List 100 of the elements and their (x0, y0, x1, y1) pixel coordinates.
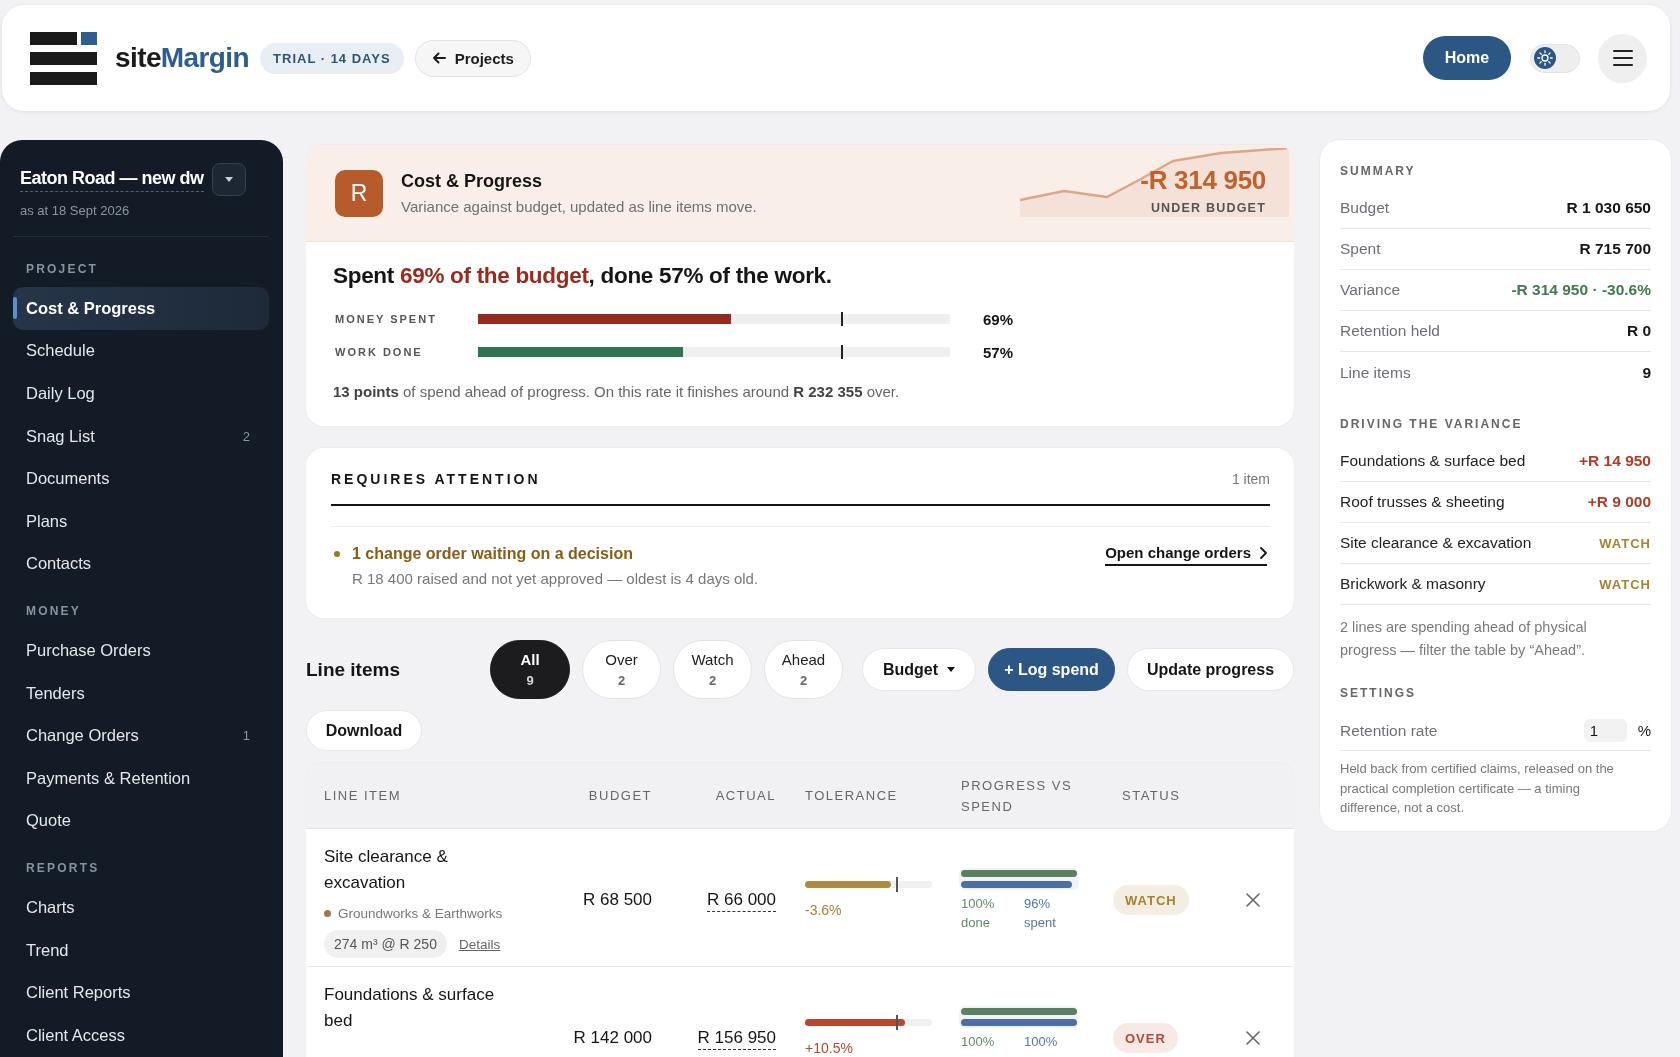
card-subtitle: Variance against budget, updated as line items move. (401, 196, 757, 217)
summary-value: 9 (1642, 363, 1651, 382)
column-header: LINE ITEM (324, 787, 402, 805)
nav-item[interactable]: Client Reports (13, 971, 269, 1014)
summary-note: 13 points of spend ahead of progress. On this rate it finishes around R 232 355 over. (333, 382, 900, 402)
nav-item[interactable]: Change Orders (13, 714, 233, 757)
variance-amount: -R 314 950 (1140, 164, 1266, 195)
driver-label: Brickwork & masonry (1340, 575, 1486, 593)
project-title: Eaton Road — new dw (20, 167, 204, 192)
close-icon (1246, 893, 1260, 907)
headline: Spent 69% of the budget, done 57% of the work. (333, 262, 832, 290)
progress-value: 100% (961, 1033, 995, 1051)
nav-item[interactable]: Payments & Retention (13, 756, 269, 800)
filter-chip[interactable]: Watch 2 (673, 640, 752, 699)
driver-label: Site clearance & excavation (1340, 534, 1532, 552)
progress-value: 100% (961, 895, 995, 913)
update-progress-button[interactable]: Update progress (1127, 648, 1294, 691)
attention-count: 1 item (1231, 470, 1270, 488)
budget-value: R 142 000 (573, 1027, 652, 1049)
meter-label: MONEY SPENT (334, 313, 438, 325)
nav-item[interactable]: Trend (13, 928, 269, 972)
meter-value: 69% (983, 310, 1014, 328)
column-header: PROGRESS VS SPEND (961, 776, 1074, 816)
tolerance-marker (896, 1015, 899, 1030)
column-header: TOLERANCE (805, 787, 898, 805)
quantity-chip: 274 m³ @ R 250 (324, 930, 447, 958)
sort-dropdown[interactable]: Budget (862, 648, 976, 691)
menu-icon (1612, 50, 1633, 66)
summary-value: R 715 700 (1579, 240, 1651, 258)
item-name: Foundations & surface bed (324, 984, 496, 1032)
caret-icon (947, 667, 956, 672)
attention-title: REQUIRES ATTENTION (331, 470, 541, 488)
progress-value: 96% (1024, 895, 1051, 913)
section-label: MONEY (26, 603, 81, 621)
nav-item[interactable]: Daily Log (13, 372, 269, 415)
nav-item[interactable]: Quote (13, 799, 269, 843)
driver-label: Foundations & surface bed (1340, 452, 1526, 470)
filter-chip[interactable]: All 9 (490, 640, 570, 699)
summary-label: Line items (1340, 363, 1411, 382)
nav-item[interactable]: Snag List (13, 414, 233, 458)
summary-value: R 0 (1626, 322, 1651, 340)
section-label: REPORTS (26, 860, 100, 878)
trial-badge: TRIAL · 14 DAYS (260, 42, 404, 74)
status-badge: OVER (1113, 1023, 1178, 1053)
nav-item[interactable]: Documents (13, 457, 269, 500)
progress-value: 100% (1024, 1033, 1058, 1051)
nav-item[interactable]: Cost & Progress (13, 287, 269, 330)
budget-value: R 68 500 (583, 889, 652, 911)
meter-value: 57% (983, 343, 1014, 361)
download-button[interactable]: Download (306, 710, 422, 751)
nav-item[interactable]: Client Access (13, 1013, 269, 1057)
summary-value: -R 314 950 · -30.6% (1511, 281, 1651, 299)
nav-item[interactable]: Plans (13, 499, 269, 543)
menu-button[interactable] (1598, 33, 1647, 83)
bullet-icon (334, 551, 340, 557)
log-spend-button[interactable]: + Log spend (988, 648, 1115, 691)
driver-value: +R 9 000 (1587, 493, 1651, 511)
driver-value: +R 14 950 (1579, 452, 1651, 470)
column-header: BUDGET (588, 787, 652, 805)
section-label: SUMMARY (1340, 163, 1416, 180)
category-label: Groundworks & Earthworks (338, 905, 503, 921)
column-header: STATUS (1122, 787, 1181, 805)
attention-item-title: 1 change order waiting on a decision (352, 544, 633, 564)
actual-value: R 156 950 (697, 1025, 776, 1050)
meter-label: WORK DONE (334, 346, 424, 358)
caret-icon (224, 177, 233, 182)
category-dot (324, 909, 331, 917)
home-button[interactable]: Home (1423, 36, 1511, 80)
details-link[interactable]: Details (458, 936, 501, 952)
driver-value: WATCH (1599, 535, 1651, 551)
retention-input[interactable]: 1 (1583, 719, 1627, 742)
nav-item[interactable]: Contacts (13, 542, 269, 586)
section-label: SETTINGS (1340, 685, 1416, 702)
chevron-right-icon (1260, 547, 1267, 559)
variance-label: UNDER BUDGET (1149, 199, 1266, 216)
change-orders-link[interactable]: Open change orders (1105, 544, 1267, 566)
summary-label: Budget (1340, 199, 1390, 217)
setting-label: Retention rate (1340, 721, 1438, 740)
filter-chip[interactable]: Over 2 (582, 640, 661, 699)
nav-item[interactable]: Tenders (13, 671, 269, 715)
driver-value: WATCH (1599, 576, 1651, 592)
column-header: ACTUAL (715, 787, 776, 805)
card-title: Cost & Progress (401, 169, 543, 192)
nav-item[interactable]: Charts (13, 886, 269, 929)
progress-caption: done (961, 914, 990, 932)
nav-item[interactable]: Schedule (13, 329, 269, 373)
summary-label: Variance (1340, 281, 1401, 299)
tolerance-value: +10.5% (805, 1039, 853, 1057)
projects-button[interactable]: Projects (414, 39, 531, 77)
theme-toggle[interactable] (1530, 43, 1580, 73)
item-name: Site clearance & excavation (324, 846, 449, 894)
tolerance-value: -3.6% (805, 901, 842, 919)
item-count: 2 (241, 428, 251, 444)
letter-avatar: R (335, 169, 383, 217)
filter-chip[interactable]: Ahead 2 (764, 640, 843, 699)
target-marker (841, 345, 844, 359)
nav-item[interactable]: Purchase Orders (13, 629, 269, 672)
item-count: 1 (241, 728, 251, 744)
summary-label: Retention held (1340, 322, 1440, 340)
logo-icon (30, 31, 97, 85)
